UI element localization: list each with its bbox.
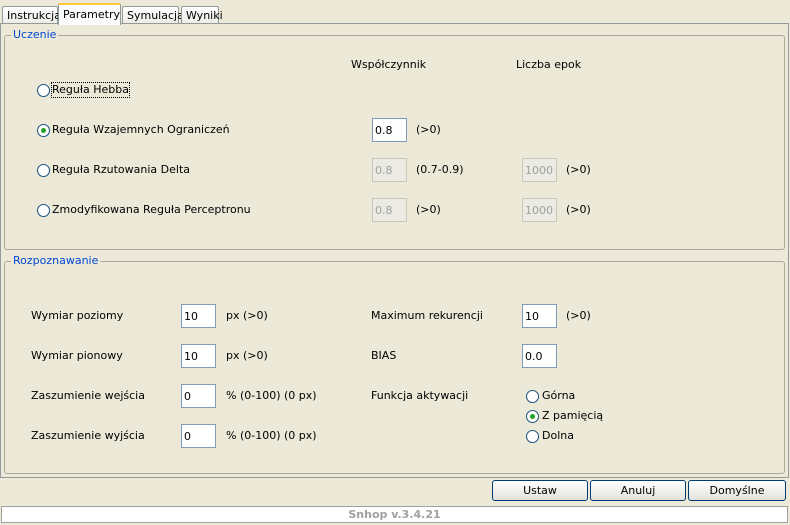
bias-label: BIAS	[371, 349, 397, 362]
epochs-column-header: Liczba epok	[516, 58, 582, 71]
parameters-panel: Uczenie Współczynnik Liczba epok Reguła …	[0, 23, 789, 478]
rule-delta-epochs-input[interactable]	[522, 158, 557, 182]
rule-mutual-constraints-coef-hint: (>0)	[416, 123, 441, 136]
max-recurrence-input[interactable]	[522, 304, 557, 328]
rule-delta-coef-hint: (0.7-0.9)	[416, 163, 464, 176]
apply-button[interactable]: Ustaw	[492, 480, 588, 501]
coefficient-column-header: Współczynnik	[351, 58, 427, 71]
rule-perceptron-epochs-hint: (>0)	[566, 203, 591, 216]
uczenie-group: Uczenie Współczynnik Liczba epok Reguła …	[4, 29, 785, 250]
rule-hebb-radio[interactable]	[37, 84, 50, 97]
bias-input[interactable]	[522, 344, 557, 368]
rule-perceptron-label[interactable]: Zmodyfikowana Reguła Perceptronu	[52, 203, 251, 217]
rule-delta-label[interactable]: Reguła Rzutowania Delta	[52, 163, 190, 177]
horizontal-size-label: Wymiar poziomy	[31, 309, 124, 322]
uczenie-legend: Uczenie	[11, 28, 59, 41]
tab-symulacja[interactable]: Symulacja	[122, 6, 184, 24]
vertical-size-hint: px (>0)	[226, 349, 268, 362]
rule-mutual-constraints-label[interactable]: Reguła Wzajemnych Ograniczeń	[52, 123, 230, 137]
input-noise-hint: % (0-100) (0 px)	[226, 389, 317, 402]
rule-delta-epochs-hint: (>0)	[566, 163, 591, 176]
max-recurrence-hint: (>0)	[566, 309, 591, 322]
output-noise-input[interactable]	[181, 424, 216, 448]
input-noise-input[interactable]	[181, 384, 216, 408]
activation-function-label: Funkcja aktywacji	[371, 389, 469, 402]
activation-lower-radio[interactable]	[526, 430, 539, 443]
rozpoznawanie-group: Rozpoznawanie Wymiar poziomy px (>0) Wym…	[4, 255, 785, 474]
rule-delta-radio[interactable]	[37, 164, 50, 177]
defaults-button[interactable]: Domyślne	[688, 480, 786, 501]
activation-upper-label[interactable]: Górna	[542, 389, 575, 403]
rule-mutual-constraints-coef-input[interactable]	[372, 118, 407, 142]
input-noise-label: Zaszumienie wejścia	[31, 389, 145, 402]
tab-instrukcja[interactable]: Instrukcja	[2, 6, 61, 24]
output-noise-hint: % (0-100) (0 px)	[226, 429, 317, 442]
activation-lower-label[interactable]: Dolna	[542, 429, 574, 443]
vertical-size-input[interactable]	[181, 344, 216, 368]
rule-mutual-constraints-radio[interactable]	[37, 124, 50, 137]
horizontal-size-hint: px (>0)	[226, 309, 268, 322]
rule-delta-coef-input[interactable]	[372, 158, 407, 182]
version-status-bar: Snhop v.3.4.21	[1, 506, 788, 523]
activation-memory-label[interactable]: Z pamięcią	[542, 409, 603, 423]
rule-perceptron-epochs-input[interactable]	[522, 198, 557, 222]
rozpoznawanie-legend: Rozpoznawanie	[11, 254, 101, 267]
cancel-button[interactable]: Anuluj	[590, 480, 686, 501]
tab-strip: Instrukcja Parametry Symulacja Wyniki	[0, 0, 790, 25]
horizontal-size-input[interactable]	[181, 304, 216, 328]
rule-perceptron-radio[interactable]	[37, 204, 50, 217]
rule-hebb-label[interactable]: Reguła Hebba	[51, 82, 130, 98]
vertical-size-label: Wymiar pionowy	[31, 349, 123, 362]
rule-perceptron-coef-input[interactable]	[372, 198, 407, 222]
activation-memory-radio[interactable]	[526, 410, 539, 423]
output-noise-label: Zaszumienie wyjścia	[31, 429, 145, 442]
tab-wyniki[interactable]: Wyniki	[181, 6, 223, 24]
rule-perceptron-coef-hint: (>0)	[416, 203, 441, 216]
tab-parametry[interactable]: Parametry	[58, 3, 121, 25]
activation-upper-radio[interactable]	[526, 390, 539, 403]
max-recurrence-label: Maximum rekurencji	[371, 309, 483, 322]
